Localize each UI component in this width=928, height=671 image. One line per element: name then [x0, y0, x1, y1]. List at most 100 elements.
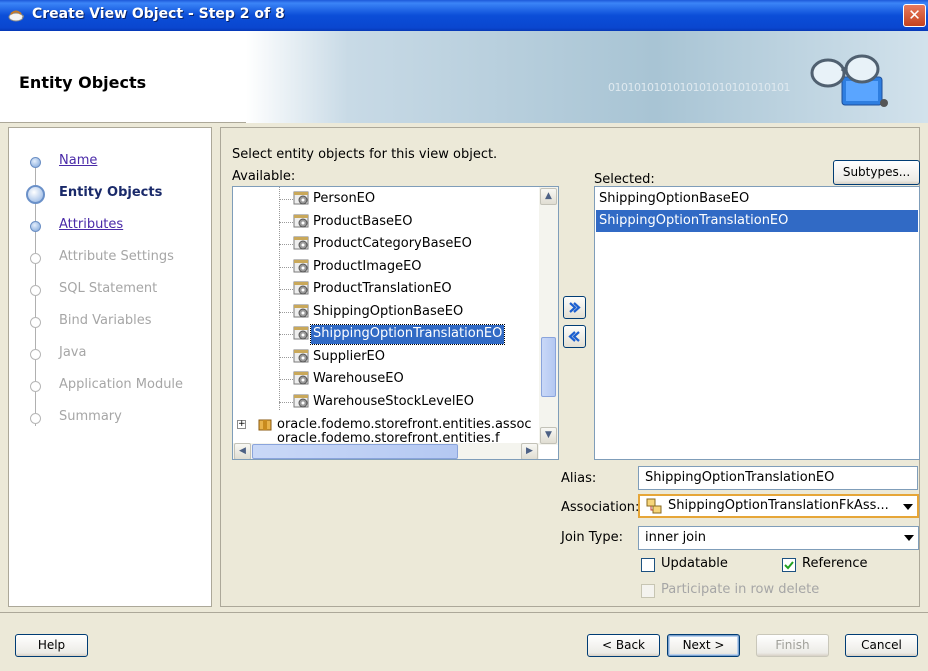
remove-from-selected-button[interactable] [563, 325, 586, 348]
scroll-up-icon[interactable]: ▲ [540, 188, 557, 205]
tree-entity-label: ProductTranslationEO [313, 281, 452, 296]
updatable-checkbox[interactable] [641, 558, 655, 572]
add-to-selected-button[interactable] [563, 296, 586, 319]
scroll-thumb[interactable] [541, 337, 556, 397]
double-chevron-left-icon [568, 331, 580, 342]
nav-item-bind-variables: Bind Variables [59, 313, 152, 328]
double-chevron-right-icon [569, 302, 581, 313]
nav-item-attributes[interactable]: Attributes [59, 217, 123, 232]
banner-binary-text: 0101010101010101010101010101 [608, 81, 790, 94]
tree-connector-branch [279, 401, 293, 403]
nav-item-name[interactable]: Name [59, 153, 97, 168]
back-button[interactable]: < Back [587, 634, 660, 657]
tree-connector-branch [279, 356, 293, 358]
association-combo[interactable]: ShippingOptionTranslationFkAss... [638, 494, 919, 518]
expand-icon[interactable]: + [237, 420, 246, 429]
association-label: Association: [561, 500, 640, 515]
nav-step-dot [30, 285, 41, 296]
close-icon: ✕ [908, 6, 921, 24]
reference-checkbox[interactable] [782, 558, 796, 572]
tree-entity-label: ProductCategoryBaseEO [313, 236, 472, 251]
help-button[interactable]: Help [15, 634, 88, 657]
title-bar: Create View Object - Step 2 of 8 ✕ [0, 0, 928, 31]
step-navigation: Name Entity Objects Attributes Attribute… [8, 127, 212, 607]
selected-list-item-active[interactable]: ShippingOptionTranslationEO [596, 210, 918, 232]
association-value: ShippingOptionTranslationFkAss... [668, 498, 889, 513]
next-button[interactable]: Next > [667, 634, 740, 657]
entity-object-icon [293, 394, 309, 407]
updatable-label: Updatable [661, 556, 728, 571]
association-icon [646, 498, 662, 514]
nav-item-application-module: Application Module [59, 377, 184, 392]
tree-entity-item[interactable]: WarehouseStockLevelEO [233, 391, 539, 413]
nav-step-dot [30, 349, 41, 360]
tree-entity-label: ShippingOptionBaseEO [313, 303, 464, 319]
tree-entity-item[interactable]: ProductCategoryBaseEO [233, 233, 539, 255]
alias-field[interactable]: ShippingOptionTranslationEO [638, 466, 918, 490]
nav-item-sql-statement: SQL Statement [59, 281, 158, 296]
tree-horizontal-scrollbar[interactable]: ◀ ▶ [233, 443, 539, 459]
join-type-value: inner join [645, 530, 706, 545]
selected-list-item[interactable]: ShippingOptionBaseEO [596, 188, 918, 210]
tree-entity-item[interactable]: ProductImageEO [233, 256, 539, 278]
subtypes-button[interactable]: Subtypes... [833, 160, 920, 185]
nav-step-dot [30, 157, 41, 168]
tree-entity-item[interactable]: WarehouseEO [233, 368, 539, 390]
tree-entity-label: ProductImageEO [313, 258, 422, 274]
entity-object-icon [293, 304, 309, 317]
tree-entity-label: PersonEO [313, 191, 376, 206]
selected-list[interactable]: ShippingOptionBaseEO ShippingOptionTrans… [594, 186, 920, 460]
instruction-text: Select entity objects for this view obje… [232, 147, 498, 162]
tree-connector-branch [279, 266, 293, 268]
tree-connector-branch [279, 221, 293, 223]
entity-object-icon [293, 191, 309, 205]
alias-label: Alias: [561, 471, 597, 486]
tree-entity-item[interactable]: ShippingOptionTranslationEO [233, 323, 539, 345]
dialog-window: Create View Object - Step 2 of 8 ✕ 01010… [0, 0, 928, 671]
join-type-combo[interactable]: inner join [638, 526, 919, 550]
scroll-left-icon[interactable]: ◀ [234, 443, 251, 459]
tree-vertical-scrollbar[interactable]: ▲ ▼ [539, 187, 558, 445]
available-label: Available: [232, 169, 296, 184]
close-button[interactable]: ✕ [903, 4, 926, 27]
tree-connector-branch [279, 244, 293, 245]
entity-object-icon [293, 236, 309, 250]
nav-step-dot-current [26, 185, 45, 204]
nav-item-summary: Summary [59, 409, 122, 424]
entity-object-icon [293, 349, 309, 362]
window-title: Create View Object - Step 2 of 8 [32, 6, 285, 22]
tree-entity-item[interactable]: PersonEO [233, 188, 539, 210]
package-icon [258, 419, 272, 431]
chevron-down-icon[interactable] [903, 504, 913, 510]
entity-object-icon [293, 281, 309, 295]
tree-entity-label: ProductBaseEO [313, 213, 413, 229]
available-tree[interactable]: PersonEO ProductBaseEO ProductCategoryBase… [232, 186, 559, 460]
tree-entity-item[interactable]: ProductBaseEO [233, 211, 539, 233]
tree-entity-item[interactable]: ShippingOptionBaseEO [233, 301, 539, 323]
nav-item-attribute-settings: Attribute Settings [59, 249, 174, 264]
finish-button: Finish [756, 634, 829, 657]
scroll-thumb-horizontal[interactable] [252, 444, 458, 459]
join-type-label: Join Type: [561, 530, 624, 545]
cancel-button[interactable]: Cancel [845, 634, 918, 657]
tree-entity-item[interactable]: SupplierEO [233, 346, 539, 368]
tree-entity-item[interactable]: ProductTranslationEO [233, 278, 539, 300]
entity-object-icon [293, 371, 309, 385]
participate-label: Participate in row delete [661, 582, 820, 597]
nav-step-dot [30, 381, 41, 392]
nav-item-java: Java [59, 345, 87, 360]
tree-connector-branch [279, 311, 293, 313]
entity-object-icon [293, 259, 309, 272]
nav-item-entity-objects[interactable]: Entity Objects [59, 185, 162, 200]
checkmark-icon [784, 561, 794, 570]
scroll-right-icon[interactable]: ▶ [521, 443, 538, 459]
tree-connector-branch [279, 289, 293, 290]
tree-connector-branch [279, 199, 293, 200]
scroll-down-icon[interactable]: ▼ [540, 427, 557, 444]
tree-connector-branch [279, 334, 293, 335]
participate-checkbox [641, 584, 655, 598]
tree-entity-label: WarehouseEO [313, 371, 404, 386]
tree-entity-label: ShippingOptionTranslationEO [309, 324, 506, 345]
chevron-down-icon[interactable] [904, 535, 914, 541]
footer-divider [0, 612, 928, 613]
